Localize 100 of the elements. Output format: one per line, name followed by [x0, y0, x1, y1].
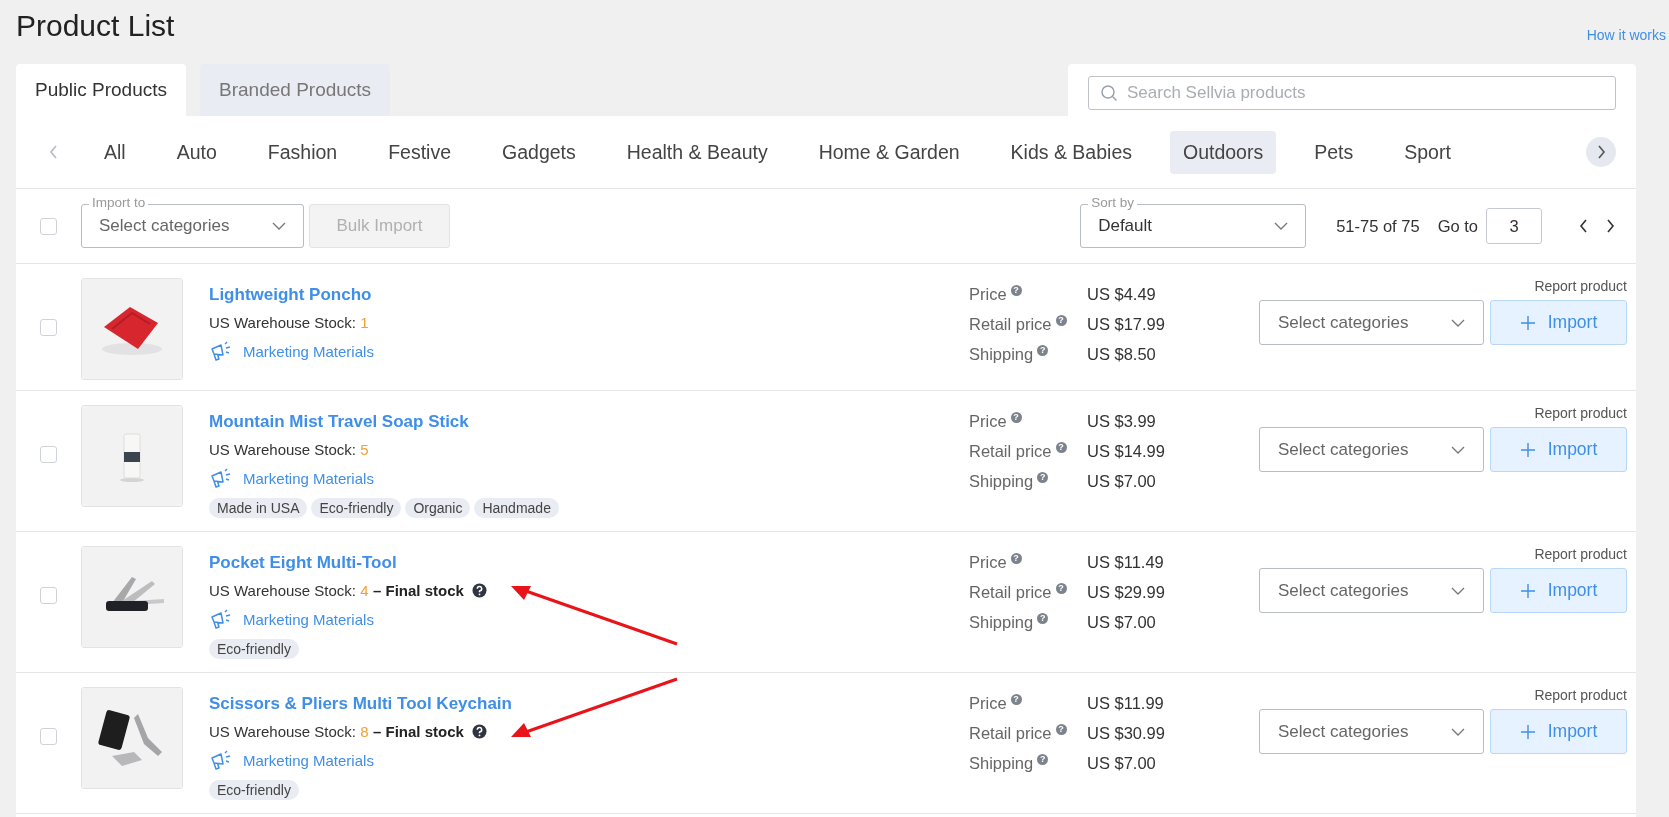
help-icon[interactable]: ?	[1055, 315, 1067, 326]
price-value: US $3.99	[1087, 412, 1157, 431]
category-tab[interactable]: Fashion	[254, 130, 351, 174]
retail-price-value: US $30.99	[1087, 724, 1166, 743]
price-label: Price	[969, 285, 1007, 304]
help-icon[interactable]: ?	[1010, 553, 1022, 564]
megaphone-icon	[209, 749, 233, 771]
search-field[interactable]: Search Sellvia products	[1088, 76, 1616, 110]
import-button[interactable]: Import	[1490, 427, 1627, 472]
import-button[interactable]: Import	[1490, 300, 1627, 345]
category-select[interactable]: Select categories	[1259, 427, 1484, 472]
import-button[interactable]: Import	[1490, 709, 1627, 754]
category-tab[interactable]: Gadgets	[489, 130, 589, 174]
report-product-link[interactable]: Report product	[1534, 687, 1627, 703]
category-tab[interactable]: All	[91, 130, 139, 174]
help-icon[interactable]	[471, 583, 487, 598]
report-product-link[interactable]: Report product	[1534, 278, 1627, 294]
plus-icon	[1519, 582, 1536, 599]
chevron-down-icon	[1451, 586, 1465, 595]
category-tab[interactable]: Pets	[1301, 130, 1367, 174]
shipping-label: Shipping	[969, 754, 1034, 773]
row-checkbox[interactable]	[40, 587, 57, 604]
category-tab[interactable]: Festive	[375, 130, 465, 174]
plus-icon	[1519, 723, 1536, 740]
row-checkbox[interactable]	[40, 319, 57, 336]
retail-price-label: Retail price	[969, 315, 1052, 334]
import-button[interactable]: Import	[1490, 568, 1627, 613]
tag: Organic	[405, 498, 471, 518]
price-value: US $4.49	[1087, 285, 1157, 304]
megaphone-icon	[209, 340, 233, 362]
category-tab[interactable]: Health & Beauty	[613, 130, 781, 174]
tag: Made in USA	[209, 498, 308, 518]
help-icon[interactable]: ?	[1037, 754, 1049, 765]
product-name-link[interactable]: Scissors & Pliers Multi Tool Keychain	[209, 694, 969, 714]
product-name-link[interactable]: Mountain Mist Travel Soap Stick	[209, 412, 969, 432]
tab[interactable]: Public Products	[16, 64, 186, 116]
help-icon[interactable]	[471, 724, 487, 739]
chevron-down-icon	[272, 222, 286, 230]
stock-text: US Warehouse Stock: 1	[209, 314, 369, 331]
category-select[interactable]: Select categories	[1259, 568, 1484, 613]
marketing-materials-link[interactable]: Marketing Materials	[209, 749, 969, 771]
row-checkbox[interactable]	[40, 446, 57, 463]
retail-price-label: Retail price	[969, 724, 1052, 743]
how-it-works-link[interactable]: How it works	[1586, 27, 1666, 43]
shipping-value: US $7.00	[1087, 472, 1157, 491]
chevron-down-icon	[1451, 445, 1465, 454]
price-label: Price	[969, 694, 1007, 713]
report-product-link[interactable]: Report product	[1534, 546, 1627, 562]
page-input[interactable]: 3	[1486, 208, 1542, 244]
megaphone-icon	[209, 467, 233, 489]
shipping-value: US $7.00	[1087, 754, 1157, 773]
category-select[interactable]: Select categories	[1259, 300, 1484, 345]
category-tab[interactable]: Sport	[1391, 130, 1464, 174]
retail-price-value: US $14.99	[1087, 442, 1166, 461]
chevron-down-icon	[1274, 222, 1289, 230]
page-range: 51-75 of 75	[1336, 216, 1420, 236]
next-page-icon[interactable]	[1604, 218, 1616, 234]
marketing-materials-link[interactable]: Marketing Materials	[209, 467, 969, 489]
go-to-label: Go to	[1437, 216, 1478, 236]
category-tab[interactable]: Auto	[163, 130, 230, 174]
help-icon[interactable]: ?	[1010, 412, 1022, 423]
help-icon[interactable]: ?	[1010, 694, 1022, 705]
help-icon[interactable]: ?	[1055, 442, 1067, 453]
tag: Handmade	[474, 498, 559, 518]
retail-price-label: Retail price	[969, 583, 1052, 602]
select-all-checkbox[interactable]	[40, 217, 57, 235]
help-icon[interactable]: ?	[1037, 345, 1049, 356]
page-title: Product List	[16, 9, 175, 43]
category-select[interactable]: Select categories	[1259, 709, 1484, 754]
report-product-link[interactable]: Report product	[1534, 405, 1627, 421]
help-icon[interactable]: ?	[1055, 724, 1067, 735]
retail-price-value: US $17.99	[1087, 315, 1166, 334]
product-name-link[interactable]: Pocket Eight Multi-Tool	[209, 553, 969, 573]
price-value: US $11.99	[1087, 694, 1165, 713]
tag: Eco-friendly	[311, 498, 402, 518]
search-icon	[1100, 84, 1118, 102]
category-tab[interactable]: Kids & Babies	[997, 130, 1145, 174]
price-label: Price	[969, 553, 1007, 572]
product-name-link[interactable]: Lightweight Poncho	[209, 285, 969, 305]
retail-price-label: Retail price	[969, 442, 1052, 461]
category-tab[interactable]: Outdoors	[1170, 130, 1277, 174]
shipping-label: Shipping	[969, 345, 1034, 364]
shipping-label: Shipping	[969, 472, 1034, 491]
help-icon[interactable]: ?	[1055, 583, 1067, 594]
plus-icon	[1519, 441, 1536, 458]
help-icon[interactable]: ?	[1010, 285, 1022, 296]
price-value: US $11.49	[1087, 553, 1165, 572]
marketing-materials-link[interactable]: Marketing Materials	[209, 608, 969, 630]
price-label: Price	[969, 412, 1007, 431]
plus-icon	[1519, 314, 1536, 331]
import-to-select[interactable]: Import to Select categories	[81, 194, 304, 248]
previous-page-icon[interactable]	[1578, 218, 1590, 234]
help-icon[interactable]: ?	[1037, 472, 1049, 483]
row-checkbox[interactable]	[40, 728, 57, 745]
tab[interactable]: Branded Products	[200, 64, 391, 116]
marketing-materials-link[interactable]: Marketing Materials	[209, 340, 969, 362]
sort-by-select[interactable]: Sort by Default	[1080, 194, 1307, 248]
help-icon[interactable]: ?	[1037, 613, 1049, 624]
stock-text: US Warehouse Stock: 5	[209, 441, 369, 458]
category-tab[interactable]: Home & Garden	[805, 130, 973, 174]
